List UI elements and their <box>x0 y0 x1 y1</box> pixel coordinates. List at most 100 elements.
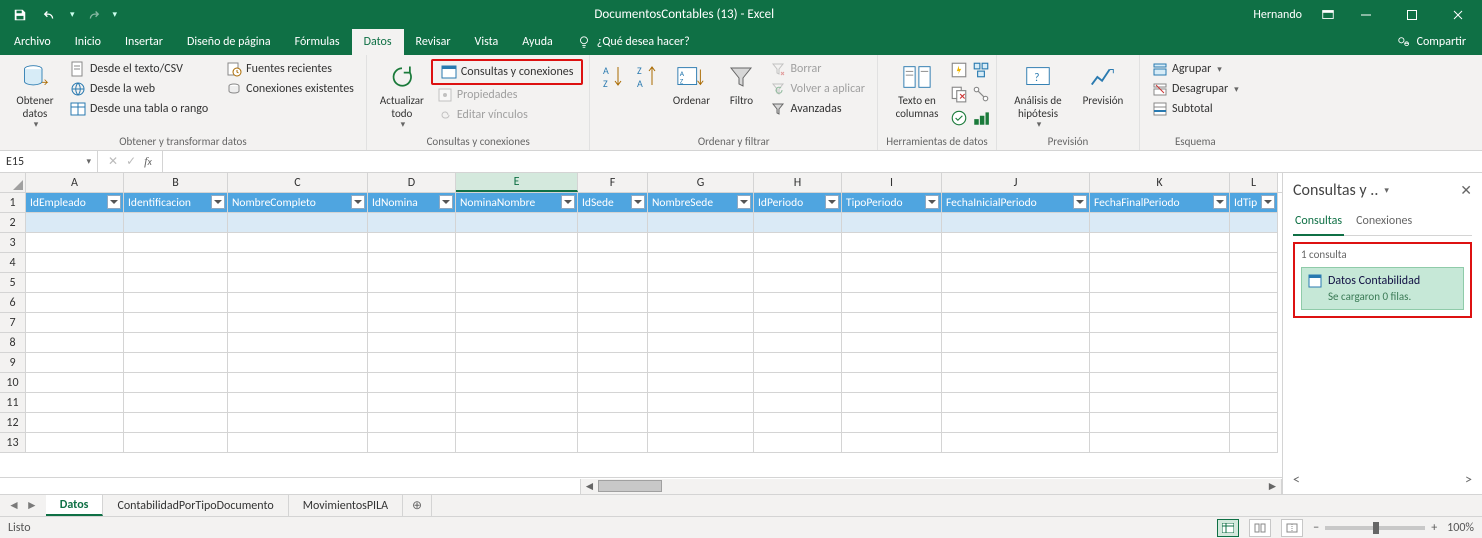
cell[interactable]: FechaInicialPeriodo <box>942 193 1090 213</box>
cell[interactable] <box>124 353 228 373</box>
cell[interactable] <box>648 333 754 353</box>
cell[interactable]: NominaNombre <box>456 193 578 213</box>
cell[interactable] <box>1090 433 1230 453</box>
fx-icon[interactable]: fx <box>144 154 152 169</box>
filter-button[interactable]: Filtro <box>718 59 764 108</box>
cell[interactable] <box>1090 393 1230 413</box>
cell[interactable] <box>648 353 754 373</box>
filter-dropdown-icon[interactable] <box>631 195 645 209</box>
tab-inicio[interactable]: Inicio <box>63 29 113 55</box>
cell[interactable] <box>368 333 456 353</box>
sheet-tab-movimientos[interactable]: MovimientosPILA <box>289 495 403 516</box>
column-header[interactable]: D <box>368 173 456 192</box>
whatif-button[interactable]: ? Análisis de hipótesis▾ <box>1003 59 1073 131</box>
cell[interactable] <box>26 413 124 433</box>
cell[interactable] <box>228 293 368 313</box>
tab-revisar[interactable]: Revisar <box>404 29 463 55</box>
cell[interactable] <box>368 353 456 373</box>
cell[interactable] <box>1230 313 1278 333</box>
cell[interactable] <box>228 233 368 253</box>
cell[interactable] <box>842 413 942 433</box>
cell[interactable] <box>754 213 842 233</box>
row-header[interactable]: 12 <box>0 413 26 433</box>
query-item[interactable]: Datos Contabilidad Se cargaron 0 filas. <box>1301 267 1464 310</box>
row-header[interactable]: 2 <box>0 213 26 233</box>
cell[interactable] <box>648 393 754 413</box>
cell[interactable] <box>1230 253 1278 273</box>
filter-dropdown-icon[interactable] <box>825 195 839 209</box>
cell[interactable] <box>368 393 456 413</box>
cell[interactable] <box>842 353 942 373</box>
queries-connections-button[interactable]: Consultas y conexiones <box>435 62 580 82</box>
cell[interactable]: IdSede <box>578 193 648 213</box>
cell[interactable] <box>26 393 124 413</box>
cell[interactable] <box>124 253 228 273</box>
cell[interactable] <box>578 273 648 293</box>
cell[interactable] <box>578 373 648 393</box>
cell[interactable] <box>124 213 228 233</box>
cell[interactable] <box>648 253 754 273</box>
zoom-out-icon[interactable]: − <box>1313 521 1319 535</box>
cell[interactable] <box>368 293 456 313</box>
data-model-icon[interactable] <box>972 109 990 131</box>
tab-vista[interactable]: Vista <box>463 29 511 55</box>
group-rows-button[interactable]: Agrupar▾ <box>1146 59 1245 79</box>
account-name[interactable]: Hernando <box>1243 8 1312 22</box>
cell[interactable] <box>754 413 842 433</box>
get-data-button[interactable]: Obtener datos▾ <box>6 59 64 131</box>
cell[interactable] <box>578 293 648 313</box>
filter-dropdown-icon[interactable] <box>351 195 365 209</box>
row-header[interactable]: 9 <box>0 353 26 373</box>
cell[interactable] <box>842 253 942 273</box>
horizontal-scrollbar[interactable]: ◄ ► <box>0 477 1282 494</box>
cell[interactable]: IdTip <box>1230 193 1278 213</box>
advanced-filter[interactable]: Avanzadas <box>764 99 870 119</box>
filter-dropdown-icon[interactable] <box>211 195 225 209</box>
cell[interactable] <box>26 293 124 313</box>
cell[interactable] <box>368 373 456 393</box>
cell[interactable] <box>124 313 228 333</box>
cell[interactable] <box>648 293 754 313</box>
cell[interactable] <box>942 413 1090 433</box>
cell[interactable]: IdNomina <box>368 193 456 213</box>
cell[interactable] <box>842 433 942 453</box>
column-header[interactable]: C <box>228 173 368 192</box>
column-header[interactable]: A <box>26 173 124 192</box>
cell[interactable] <box>648 433 754 453</box>
cell[interactable] <box>754 293 842 313</box>
cell[interactable] <box>368 433 456 453</box>
cell[interactable] <box>1090 313 1230 333</box>
zoom-in-icon[interactable]: + <box>1431 521 1437 535</box>
cell[interactable] <box>942 333 1090 353</box>
panel-tab-queries[interactable]: Consultas <box>1293 210 1344 236</box>
cell[interactable] <box>1230 353 1278 373</box>
column-header[interactable]: K <box>1090 173 1230 192</box>
cell[interactable] <box>1230 273 1278 293</box>
column-header[interactable]: I <box>842 173 942 192</box>
remove-dupes-icon[interactable] <box>950 85 968 107</box>
tab-diseno[interactable]: Diseño de página <box>175 29 283 55</box>
cell[interactable] <box>578 333 648 353</box>
cell[interactable] <box>26 273 124 293</box>
row-header[interactable]: 6 <box>0 293 26 313</box>
cell[interactable] <box>842 273 942 293</box>
column-header[interactable]: B <box>124 173 228 192</box>
from-table-range[interactable]: Desde una tabla o rango <box>64 99 214 119</box>
qat-customize[interactable]: ▾ <box>113 9 118 20</box>
filter-dropdown-icon[interactable] <box>439 195 453 209</box>
from-text-csv[interactable]: Desde el texto/CSV <box>64 59 214 79</box>
cell[interactable] <box>1230 393 1278 413</box>
cell[interactable] <box>456 413 578 433</box>
cell[interactable] <box>754 233 842 253</box>
cell[interactable] <box>754 333 842 353</box>
chevron-down-icon[interactable]: ▾ <box>86 156 91 167</box>
cell[interactable] <box>228 253 368 273</box>
panel-close-button[interactable]: ✕ <box>1460 182 1472 199</box>
cell[interactable] <box>842 393 942 413</box>
cell[interactable] <box>1230 333 1278 353</box>
cell[interactable] <box>578 433 648 453</box>
cell[interactable] <box>942 233 1090 253</box>
cell[interactable] <box>842 233 942 253</box>
cell[interactable] <box>456 233 578 253</box>
row-header[interactable]: 7 <box>0 313 26 333</box>
